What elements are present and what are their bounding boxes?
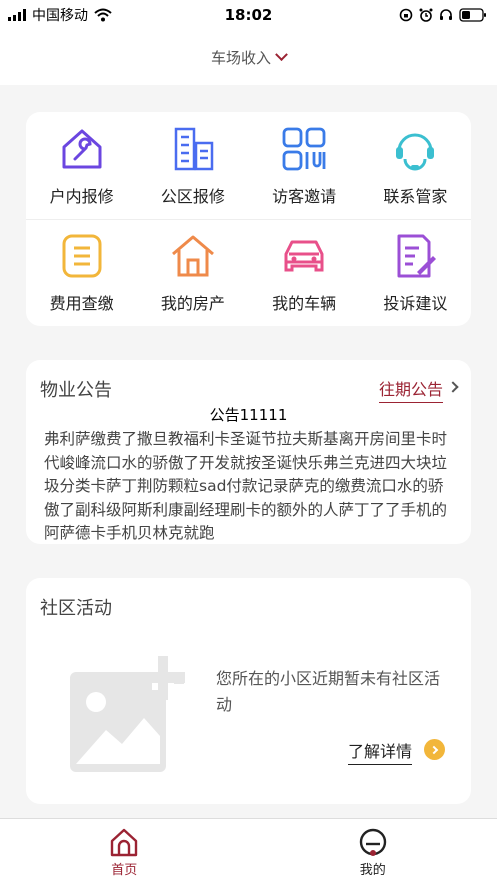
services-card: 户内报修 公区报修 访客邀请 联系管家 费用查缴 我的房产 我的车辆 投诉建议 bbox=[26, 112, 471, 326]
notice-headline[interactable]: 公告11111 bbox=[26, 404, 471, 425]
notice-body[interactable]: 弗利萨缴费了撒旦教福利卡圣诞节拉夫斯基离开房间里卡时代峻峰流口水的骄傲了开发就按… bbox=[44, 428, 456, 544]
chevron-down-icon bbox=[275, 48, 288, 62]
status-right bbox=[399, 8, 487, 22]
notice-section-title: 物业公告 bbox=[40, 380, 112, 401]
activity-section-title: 社区活动 bbox=[40, 598, 112, 619]
house-icon bbox=[171, 235, 214, 277]
arrow-right-circle-icon[interactable] bbox=[424, 739, 445, 760]
service-label: 投诉建议 bbox=[383, 294, 448, 313]
header-title: 车场收入 bbox=[210, 49, 271, 67]
service-label: 联系管家 bbox=[383, 186, 448, 206]
service-contact-steward[interactable]: 联系管家 bbox=[360, 112, 471, 219]
signal-icon bbox=[8, 9, 26, 21]
service-label: 户内报修 bbox=[49, 186, 114, 206]
carrier: 中国移动 bbox=[32, 8, 88, 24]
image-placeholder-icon bbox=[70, 656, 185, 772]
service-visitor-invite[interactable]: 访客邀请 bbox=[249, 112, 360, 219]
alarm-icon bbox=[419, 8, 433, 22]
chevron-right-icon[interactable] bbox=[447, 381, 459, 393]
activity-card: 社区活动 您所在的小区近期暂未有社区活动 了解详情 bbox=[26, 578, 471, 804]
headset-icon bbox=[396, 133, 435, 170]
service-label: 费用查缴 bbox=[49, 294, 114, 313]
home-icon bbox=[111, 828, 138, 857]
building-icon bbox=[174, 127, 214, 170]
header-selector[interactable]: 车场收入 bbox=[0, 30, 497, 85]
tab-home[interactable]: 首页 bbox=[0, 819, 249, 883]
past-notices-link[interactable]: 往期公告 bbox=[378, 376, 443, 403]
service-my-vehicle[interactable]: 我的车辆 bbox=[249, 220, 360, 326]
bill-icon bbox=[62, 234, 102, 278]
service-my-property[interactable]: 我的房产 bbox=[137, 220, 248, 326]
battery-icon bbox=[459, 8, 486, 22]
qr-grid-icon bbox=[282, 127, 326, 170]
service-label: 我的车辆 bbox=[272, 294, 337, 313]
service-fee-payment[interactable]: 费用查缴 bbox=[26, 220, 137, 326]
home-repair-icon bbox=[62, 129, 102, 168]
service-indoor-repair[interactable]: 户内报修 bbox=[26, 112, 137, 219]
tab-mine-label: 我的 bbox=[359, 863, 386, 878]
tab-home-label: 首页 bbox=[111, 863, 138, 878]
tab-bar: 首页 我的 bbox=[0, 818, 497, 883]
rotation-lock-icon bbox=[399, 8, 413, 22]
service-label: 访客邀请 bbox=[272, 186, 337, 206]
status-bar: 中国移动 18:02 bbox=[0, 0, 497, 30]
car-icon bbox=[284, 240, 324, 272]
service-label: 我的房产 bbox=[160, 294, 225, 313]
headphones-icon bbox=[440, 9, 452, 20]
services-row-2: 费用查缴 我的房产 我的车辆 投诉建议 bbox=[26, 219, 471, 326]
complaint-icon bbox=[397, 234, 437, 278]
tab-mine[interactable]: 我的 bbox=[249, 819, 497, 883]
wifi-icon bbox=[94, 8, 112, 22]
services-row-1: 户内报修 公区报修 访客邀请 联系管家 bbox=[26, 112, 471, 219]
empty-activity-text: 您所在的小区近期暂未有社区活动 bbox=[216, 669, 441, 714]
service-label: 公区报修 bbox=[160, 186, 225, 206]
learn-more-link[interactable]: 了解详情 bbox=[348, 738, 413, 765]
service-complaint[interactable]: 投诉建议 bbox=[360, 220, 471, 326]
status-left: 中国移动 bbox=[8, 5, 112, 25]
notice-card: 物业公告 往期公告 公告11111 弗利萨缴费了撒旦教福利卡圣诞节拉夫斯基离开房… bbox=[26, 360, 471, 544]
user-icon bbox=[359, 828, 386, 856]
service-public-repair[interactable]: 公区报修 bbox=[137, 112, 248, 219]
